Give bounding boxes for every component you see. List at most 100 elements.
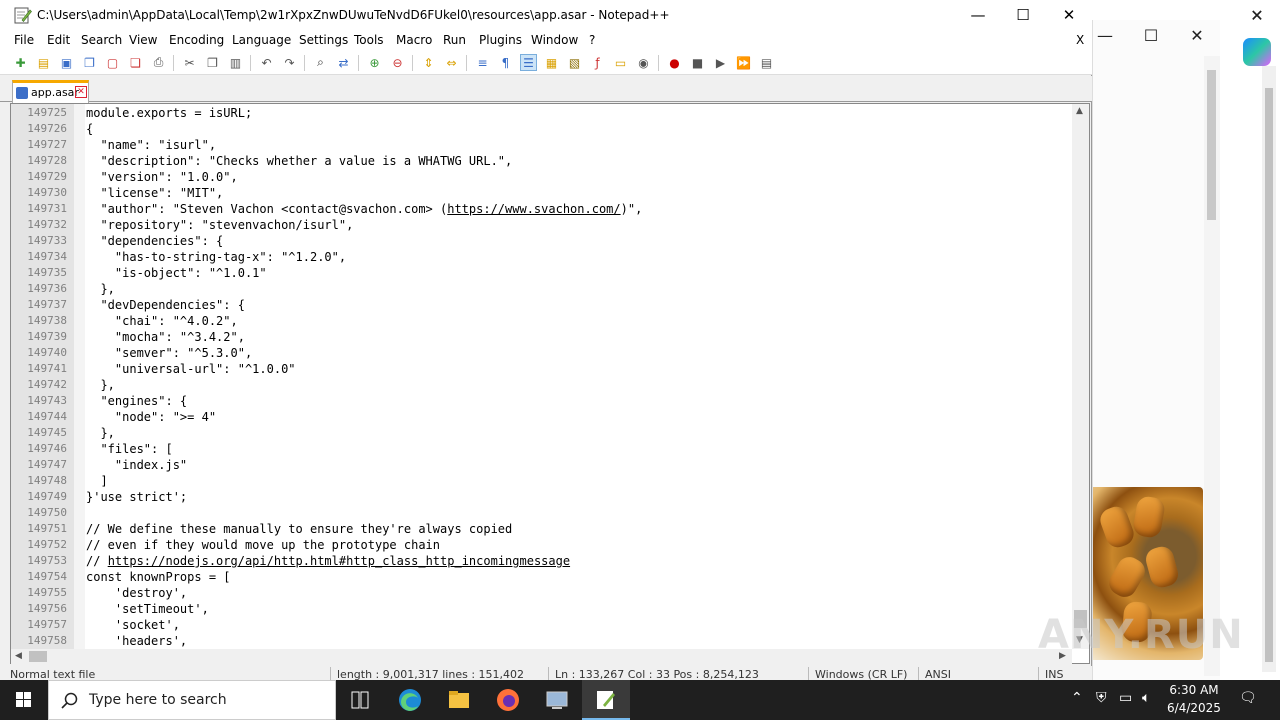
copy-icon[interactable]: ❐ bbox=[204, 54, 221, 71]
bg-close-icon[interactable]: ✕ bbox=[1182, 24, 1212, 48]
start-button[interactable] bbox=[0, 680, 48, 720]
redo-icon[interactable]: ↷ bbox=[281, 54, 298, 71]
record-macro-icon[interactable]: ● bbox=[666, 54, 683, 71]
save-macro-icon[interactable]: ▤ bbox=[758, 54, 775, 71]
bg-scrollbar-inner[interactable] bbox=[1204, 56, 1220, 676]
notepadpp-taskbar-icon[interactable] bbox=[582, 680, 630, 720]
taskbar-search-box[interactable]: Type here to search bbox=[48, 680, 336, 720]
nodejs-docs-link[interactable]: https://nodejs.org/api/http.html#http_cl… bbox=[108, 554, 570, 568]
new-file-icon[interactable]: ✚ bbox=[12, 54, 29, 71]
vertical-scrollbar[interactable]: ▲ ▼ bbox=[1072, 104, 1089, 649]
tab-close-icon[interactable]: ✕ bbox=[75, 86, 87, 98]
code-line: "has-to-string-tag-x": "^1.2.0", bbox=[86, 249, 346, 265]
menu-window[interactable]: Window bbox=[531, 33, 578, 47]
maximize-button[interactable]: ☐ bbox=[1000, 0, 1046, 31]
word-wrap-icon[interactable]: ≡ bbox=[474, 54, 491, 71]
stop-macro-icon[interactable]: ■ bbox=[689, 54, 706, 71]
show-hidden-icons-icon[interactable]: ⌃ bbox=[1071, 690, 1083, 706]
cut-icon[interactable]: ✂ bbox=[181, 54, 198, 71]
sync-vertical-icon[interactable]: ⇕ bbox=[420, 54, 437, 71]
code-line: "license": "MIT", bbox=[86, 185, 223, 201]
menu-search[interactable]: Search bbox=[81, 33, 122, 47]
menu-edit[interactable]: Edit bbox=[47, 33, 70, 47]
pc-app-icon[interactable] bbox=[533, 680, 581, 720]
task-view-icon[interactable] bbox=[336, 680, 384, 720]
code-line: "engines": { bbox=[86, 393, 187, 409]
tab-app-asar[interactable]: app.asar ✕ bbox=[12, 80, 89, 103]
horizontal-scrollbar[interactable]: ◀ ▶ bbox=[11, 649, 1072, 664]
open-file-icon[interactable]: ▤ bbox=[35, 54, 52, 71]
menu-language[interactable]: Language bbox=[232, 33, 291, 47]
close-icon[interactable]: ▢ bbox=[104, 54, 121, 71]
doc-map-icon[interactable]: ▧ bbox=[566, 54, 583, 71]
notifications-icon[interactable]: 🗨︎ bbox=[1239, 690, 1257, 706]
file-explorer-icon[interactable] bbox=[435, 680, 483, 720]
code-text: // bbox=[86, 554, 108, 568]
code-text: }, bbox=[86, 426, 115, 440]
menu-file[interactable]: File bbox=[14, 33, 34, 47]
code-line: const knownProps = [ bbox=[86, 569, 231, 585]
minimize-button[interactable]: — bbox=[955, 0, 1001, 31]
clock-date[interactable]: 6/4/2025 bbox=[1166, 701, 1222, 715]
folder-as-workspace-icon[interactable]: ▭ bbox=[612, 54, 629, 71]
zoom-out-icon[interactable]: ⊖ bbox=[389, 54, 406, 71]
notepadpp-icon bbox=[14, 7, 32, 24]
security-icon[interactable]: ⛨ bbox=[1096, 690, 1107, 706]
save-icon[interactable]: ▣ bbox=[58, 54, 75, 71]
line-number: 149741 bbox=[27, 362, 67, 375]
code-line: "index.js" bbox=[86, 457, 187, 473]
menu-tools[interactable]: Tools bbox=[354, 33, 384, 47]
play-macro-icon[interactable]: ▶ bbox=[712, 54, 729, 71]
line-number: 149757 bbox=[27, 618, 67, 631]
line-number: 149729 bbox=[27, 170, 67, 183]
print-icon[interactable]: ⎙ bbox=[150, 54, 167, 71]
bg-minimize-icon[interactable]: — bbox=[1090, 24, 1120, 48]
menu-plugins[interactable]: Plugins bbox=[479, 33, 522, 47]
line-number: 149726 bbox=[27, 122, 67, 135]
close-all-icon[interactable]: ❏ bbox=[127, 54, 144, 71]
scroll-left-icon[interactable]: ◀ bbox=[15, 651, 22, 661]
close-button[interactable]: ✕ bbox=[1046, 0, 1092, 31]
menu-help[interactable]: ? bbox=[589, 33, 595, 47]
line-number: 149736 bbox=[27, 282, 67, 295]
undo-icon[interactable]: ↶ bbox=[258, 54, 275, 71]
replace-icon[interactable]: ⇄ bbox=[335, 54, 352, 71]
indent-guide-icon[interactable]: ☰ bbox=[520, 54, 537, 71]
paste-icon[interactable]: ▥ bbox=[227, 54, 244, 71]
close-document-button[interactable]: X bbox=[1076, 33, 1084, 47]
horizontal-scroll-thumb[interactable] bbox=[29, 651, 47, 662]
author-url-link[interactable]: https://www.svachon.com/ bbox=[447, 202, 620, 216]
menu-settings[interactable]: Settings bbox=[299, 33, 348, 47]
show-all-characters-icon[interactable]: ¶ bbox=[497, 54, 514, 71]
menu-run[interactable]: Run bbox=[443, 33, 466, 47]
clock-time[interactable]: 6:30 AM bbox=[1166, 683, 1222, 697]
code-line: "node": ">= 4" bbox=[86, 409, 216, 425]
line-number: 149751 bbox=[27, 522, 67, 535]
code-text: "universal-url": "^1.0.0" bbox=[86, 362, 296, 376]
menu-macro[interactable]: Macro bbox=[396, 33, 432, 47]
monitoring-icon[interactable]: ◉ bbox=[635, 54, 652, 71]
outer-close-icon[interactable]: ✕ bbox=[1242, 4, 1272, 28]
save-all-icon[interactable]: ❐ bbox=[81, 54, 98, 71]
volume-icon[interactable]: 🔈︎ bbox=[1142, 690, 1150, 706]
find-icon[interactable]: ⌕ bbox=[312, 54, 329, 71]
bg-maximize-icon[interactable]: ☐ bbox=[1136, 24, 1166, 48]
function-list-icon[interactable]: ƒ bbox=[589, 54, 606, 71]
code-text: "index.js" bbox=[86, 458, 188, 472]
copilot-icon[interactable] bbox=[1243, 38, 1271, 66]
menu-view[interactable]: View bbox=[129, 33, 157, 47]
run-macro-multiple-icon[interactable]: ⏩ bbox=[735, 54, 752, 71]
code-text: "repository": "stevenvachon/isurl", bbox=[86, 218, 354, 232]
sync-horizontal-icon[interactable]: ⇔ bbox=[443, 54, 460, 71]
menu-encoding[interactable]: Encoding bbox=[169, 33, 224, 47]
edge-icon[interactable] bbox=[386, 680, 434, 720]
udl-icon[interactable]: ▦ bbox=[543, 54, 560, 71]
bg-scrollbar[interactable] bbox=[1262, 66, 1276, 672]
zoom-in-icon[interactable]: ⊕ bbox=[366, 54, 383, 71]
firefox-icon[interactable] bbox=[484, 680, 532, 720]
network-icon[interactable]: ▭ bbox=[1119, 690, 1132, 706]
code-text: "devDependencies": { bbox=[86, 298, 245, 312]
editor-area[interactable]: module.exports = isURL;{ "name": "isurl"… bbox=[10, 103, 1090, 664]
title-bar[interactable]: C:\Users\admin\AppData\Local\Temp\2w1rXp… bbox=[0, 0, 1092, 31]
scroll-up-icon[interactable]: ▲ bbox=[1076, 106, 1083, 116]
